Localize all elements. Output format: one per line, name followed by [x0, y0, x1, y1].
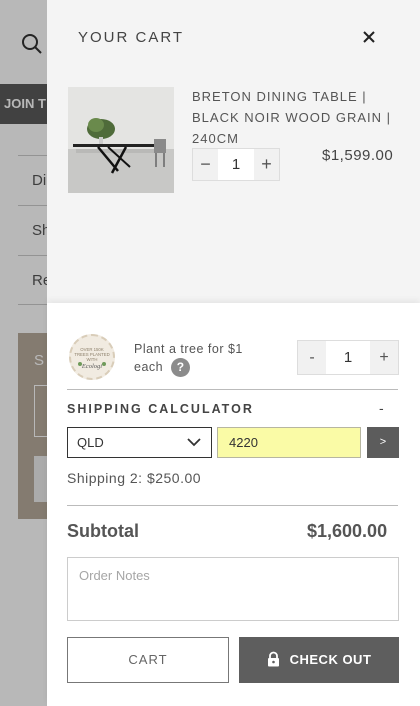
calculate-shipping-button[interactable]: > [367, 427, 399, 458]
divider [67, 505, 398, 506]
shipping-result: Shipping 2: $250.00 [67, 470, 202, 486]
product-quantity-value[interactable]: 1 [218, 149, 254, 180]
view-cart-button[interactable]: CART [67, 637, 229, 683]
product-name[interactable]: BRETON DINING TABLE | BLACK NOIR WOOD GR… [192, 86, 407, 149]
decrement-button[interactable]: − [193, 149, 218, 180]
shipping-collapse-toggle[interactable]: - [379, 400, 384, 416]
product-photo [68, 87, 174, 193]
tree-quantity-stepper: - 1 + [297, 340, 399, 375]
order-notes-field[interactable] [67, 557, 399, 621]
product-price: $1,599.00 [322, 147, 394, 164]
lock-icon [267, 651, 279, 667]
subtotal-label: Subtotal [67, 521, 139, 541]
cart-title: YOUR CART [78, 29, 185, 46]
tree-offer: Plant a tree for $1 each? [134, 340, 264, 378]
increment-button[interactable]: + [254, 149, 279, 180]
shipping-calculator-title: SHIPPING CALCULATOR [67, 402, 254, 416]
checkout-button-label: CHECK OUT [289, 652, 372, 667]
help-icon[interactable]: ? [171, 358, 191, 378]
svg-text:WITH: WITH [87, 357, 98, 362]
divider [67, 389, 398, 390]
ecologi-badge: OVER 150K TREES PLANTED WITH Ecologi [69, 334, 115, 380]
ecologi-logo: OVER 150K TREES PLANTED WITH Ecologi [74, 347, 109, 370]
cart-drawer: YOUR CART BRETON DINING TABLE | BLACK NO… [47, 0, 420, 706]
product-image[interactable] [68, 87, 174, 193]
tree-quantity-value[interactable]: 1 [326, 341, 370, 374]
chevron-down-icon [187, 438, 201, 447]
close-icon[interactable] [359, 27, 379, 47]
tree-increment-button[interactable]: + [370, 341, 398, 374]
postcode-input[interactable]: 4220 [217, 427, 361, 458]
subtotal-value: $1,600.00 [307, 521, 388, 541]
product-quantity-stepper: − 1 + [192, 148, 280, 181]
checkout-button[interactable]: CHECK OUT [239, 637, 399, 683]
state-select-value: QLD [77, 435, 104, 450]
cart-items-panel: YOUR CART BRETON DINING TABLE | BLACK NO… [47, 0, 420, 303]
tree-decrement-button[interactable]: - [298, 341, 326, 374]
svg-text:Ecologi: Ecologi [81, 363, 102, 370]
state-select[interactable]: QLD [67, 427, 212, 458]
